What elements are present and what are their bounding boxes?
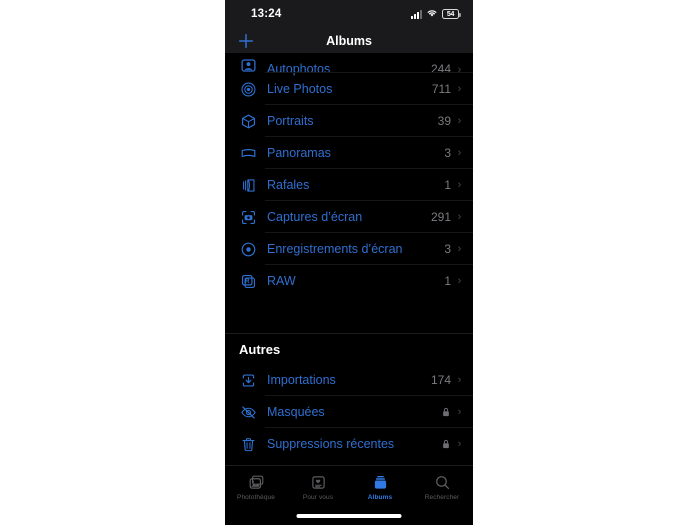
tab-albums[interactable]: Albums bbox=[349, 473, 411, 501]
search-icon bbox=[434, 473, 451, 491]
list-item[interactable]: Portraits 39 › bbox=[225, 105, 473, 137]
add-album-button[interactable] bbox=[237, 32, 255, 50]
panoramas-icon bbox=[239, 144, 258, 163]
chevron-right-icon: › bbox=[457, 179, 462, 191]
list-item-label: Masquées bbox=[267, 405, 325, 419]
screenshot-canvas: 13:24 54 Albums Autophotos 244 › Live Ph… bbox=[0, 0, 700, 525]
raw-icon: R bbox=[239, 272, 258, 291]
list-item-count: 291 bbox=[430, 210, 451, 224]
wifi-icon bbox=[426, 5, 438, 23]
list-item-label: Captures d’écran bbox=[267, 210, 363, 224]
page-title: Albums bbox=[326, 33, 372, 48]
section-header-autres: Autres bbox=[239, 341, 281, 357]
screenshots-icon bbox=[239, 208, 258, 227]
lock-icon bbox=[442, 407, 450, 417]
list-item[interactable]: Captures d’écran 291 › bbox=[225, 201, 473, 233]
list-item-count: 1 bbox=[444, 274, 451, 288]
list-item[interactable]: Autophotos 244 › bbox=[225, 53, 473, 76]
chevron-right-icon: › bbox=[457, 83, 462, 95]
home-indicator[interactable] bbox=[296, 514, 402, 518]
bursts-icon bbox=[239, 176, 258, 195]
chevron-right-icon: › bbox=[457, 438, 462, 450]
list-item[interactable]: Masquées › bbox=[225, 396, 473, 428]
list-item-label: Panoramas bbox=[267, 146, 331, 160]
chevron-right-icon: › bbox=[457, 243, 462, 255]
list-item-label: Live Photos bbox=[267, 82, 333, 96]
tab-photo-library[interactable]: Photothèque bbox=[225, 473, 287, 501]
tab-for-you[interactable]: Pour vous bbox=[287, 473, 349, 501]
chevron-right-icon: › bbox=[457, 147, 462, 159]
list-item-count: 3 bbox=[444, 242, 451, 256]
list-item[interactable]: Live Photos 711 › bbox=[225, 73, 473, 105]
photos-library-icon bbox=[248, 473, 265, 491]
status-bar-time: 13:24 bbox=[251, 8, 282, 20]
chevron-right-icon: › bbox=[457, 211, 462, 223]
for-you-icon bbox=[310, 473, 327, 491]
screen-recordings-icon bbox=[239, 240, 258, 259]
list-item[interactable]: Panoramas 3 › bbox=[225, 137, 473, 169]
list-item-count: 711 bbox=[431, 82, 451, 96]
list-item[interactable]: Importations 174 › bbox=[225, 364, 473, 396]
battery-level: 54 bbox=[446, 10, 455, 18]
portraits-icon bbox=[239, 112, 258, 131]
chevron-right-icon: › bbox=[457, 275, 462, 287]
list-item-label: Importations bbox=[267, 373, 336, 387]
navigation-bar: Albums bbox=[225, 28, 473, 53]
plus-icon bbox=[238, 33, 254, 48]
tab-label: Photothèque bbox=[237, 494, 275, 501]
trash-icon bbox=[239, 435, 258, 454]
lock-icon bbox=[442, 439, 450, 449]
list-item[interactable]: R RAW 1 › bbox=[225, 265, 473, 297]
cellular-signal-icon bbox=[411, 9, 422, 19]
list-item-label: Rafales bbox=[267, 178, 310, 192]
list-item[interactable]: Enregistrements d’écran 3 › bbox=[225, 233, 473, 265]
list-item-label: Enregistrements d’écran bbox=[267, 242, 403, 256]
list-item[interactable]: Suppressions récentes › bbox=[225, 428, 473, 460]
list-item-count: 174 bbox=[430, 373, 451, 387]
albums-stack-icon bbox=[372, 473, 389, 491]
list-item-count: 1 bbox=[444, 178, 451, 192]
chevron-right-icon: › bbox=[457, 115, 462, 127]
list-item-label: RAW bbox=[267, 274, 296, 288]
list-item-label: Portraits bbox=[267, 114, 314, 128]
status-bar-indicators: 54 bbox=[411, 5, 461, 23]
import-icon bbox=[239, 371, 258, 390]
tab-label: Rechercher bbox=[424, 494, 460, 501]
list-item-count: 3 bbox=[444, 146, 451, 160]
hidden-eye-icon bbox=[239, 403, 258, 422]
battery-icon: 54 bbox=[442, 9, 461, 19]
chevron-right-icon: › bbox=[457, 406, 462, 418]
tab-label: Albums bbox=[367, 494, 393, 501]
list-item-count: 39 bbox=[437, 114, 451, 128]
phone-screen: 13:24 54 Albums Autophotos 244 › Live Ph… bbox=[225, 0, 473, 525]
list-item-label: Suppressions récentes bbox=[267, 437, 395, 451]
status-bar: 13:24 54 bbox=[225, 0, 473, 28]
list-item[interactable]: Rafales 1 › bbox=[225, 169, 473, 201]
svg-text:R: R bbox=[245, 278, 250, 285]
live-photos-icon bbox=[239, 80, 258, 99]
tab-label: Pour vous bbox=[302, 494, 334, 501]
tab-search[interactable]: Rechercher bbox=[411, 473, 473, 501]
chevron-right-icon: › bbox=[457, 374, 462, 386]
albums-list[interactable]: Autophotos 244 › Live Photos 711 › Portr… bbox=[225, 53, 473, 465]
